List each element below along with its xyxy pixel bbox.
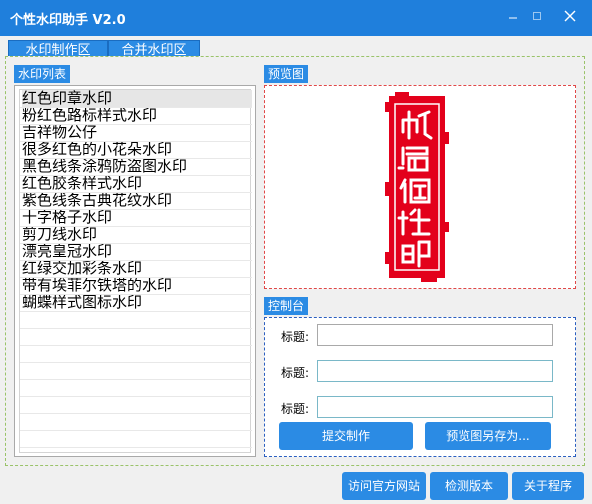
preview-panel [264,85,576,289]
check-version-button[interactable]: 检测版本 [430,472,508,500]
row-divider [20,396,252,397]
row-divider [20,362,252,363]
list-item[interactable]: 红绿交加彩条水印 [22,260,252,277]
app-window: 个性水印助手 V2.0 水印制作区 合并水印区 水印列表 红色印章水印 粉红色路… [0,0,592,504]
row-divider [20,107,252,108]
watermark-listbox[interactable]: 红色印章水印 粉红色路标样式水印 吉祥物公仔 很多红色的小花朵水印 黑色线条涂鸦… [14,85,256,457]
title-bar[interactable]: 个性水印助手 V2.0 [0,0,592,36]
save-preview-button[interactable]: 预览图另存为... [425,422,551,450]
row-divider [20,294,252,295]
close-icon [564,10,576,22]
row-divider [20,379,252,380]
row-divider [20,124,252,125]
list-item[interactable]: 带有埃菲尔铁塔的水印 [22,277,252,294]
row-divider [20,158,252,159]
control-panel: 标题: 标题: 标题: 提交制作 预览图另存为... [264,317,576,457]
watermark-list: 红色印章水印 粉红色路标样式水印 吉祥物公仔 很多红色的小花朵水印 黑色线条涂鸦… [19,89,252,453]
list-item[interactable]: 很多红色的小花朵水印 [22,141,252,158]
list-item[interactable]: 黑色线条涂鸦防盗图水印 [22,158,252,175]
row-divider [20,345,252,346]
field-label: 标题: [281,330,310,344]
maximize-button[interactable] [524,6,550,28]
title-input-1[interactable] [317,324,553,346]
list-item[interactable]: 吉祥物公仔 [22,124,252,141]
control-title: 控制台 [264,297,309,315]
row-divider [20,311,252,312]
list-item[interactable]: 紫色线条古典花纹水印 [22,192,252,209]
title-input-3[interactable] [317,396,553,418]
row-divider [20,447,252,448]
tab-panel: 水印列表 红色印章水印 粉红色路标样式水印 吉祥物公仔 很多红色的小花朵水印 黑… [5,56,585,466]
maximize-icon [533,12,541,20]
seal-image [385,92,449,282]
title-input-2[interactable] [317,360,553,382]
field-label: 标题: [281,366,310,380]
list-item[interactable]: 粉红色路标样式水印 [22,107,252,124]
row-divider [20,413,252,414]
row-divider [20,260,252,261]
list-item[interactable]: 十字格子水印 [22,209,252,226]
row-divider [20,192,252,193]
list-item[interactable]: 蝴蝶样式图标水印 [22,294,252,311]
submit-button[interactable]: 提交制作 [279,422,413,450]
row-divider [20,277,252,278]
row-divider [20,243,252,244]
list-item[interactable]: 红色印章水印 [22,90,252,107]
window-title: 个性水印助手 V2.0 [10,13,126,28]
watermark-list-title: 水印列表 [14,65,71,83]
row-divider [20,141,252,142]
list-item[interactable]: 剪刀线水印 [22,226,252,243]
field-label: 标题: [281,402,310,416]
about-button[interactable]: 关于程序 [512,472,584,500]
minimize-icon [509,17,517,19]
row-divider [20,226,252,227]
preview-title: 预览图 [264,65,309,83]
list-item[interactable]: 红色胶条样式水印 [22,175,252,192]
list-item[interactable]: 漂亮皇冠水印 [22,243,252,260]
row-divider [20,430,252,431]
minimize-button[interactable] [500,6,526,28]
close-button[interactable] [557,6,583,28]
row-divider [20,209,252,210]
row-divider [20,175,252,176]
row-divider [20,328,252,329]
visit-website-button[interactable]: 访问官方网站 [342,472,426,500]
